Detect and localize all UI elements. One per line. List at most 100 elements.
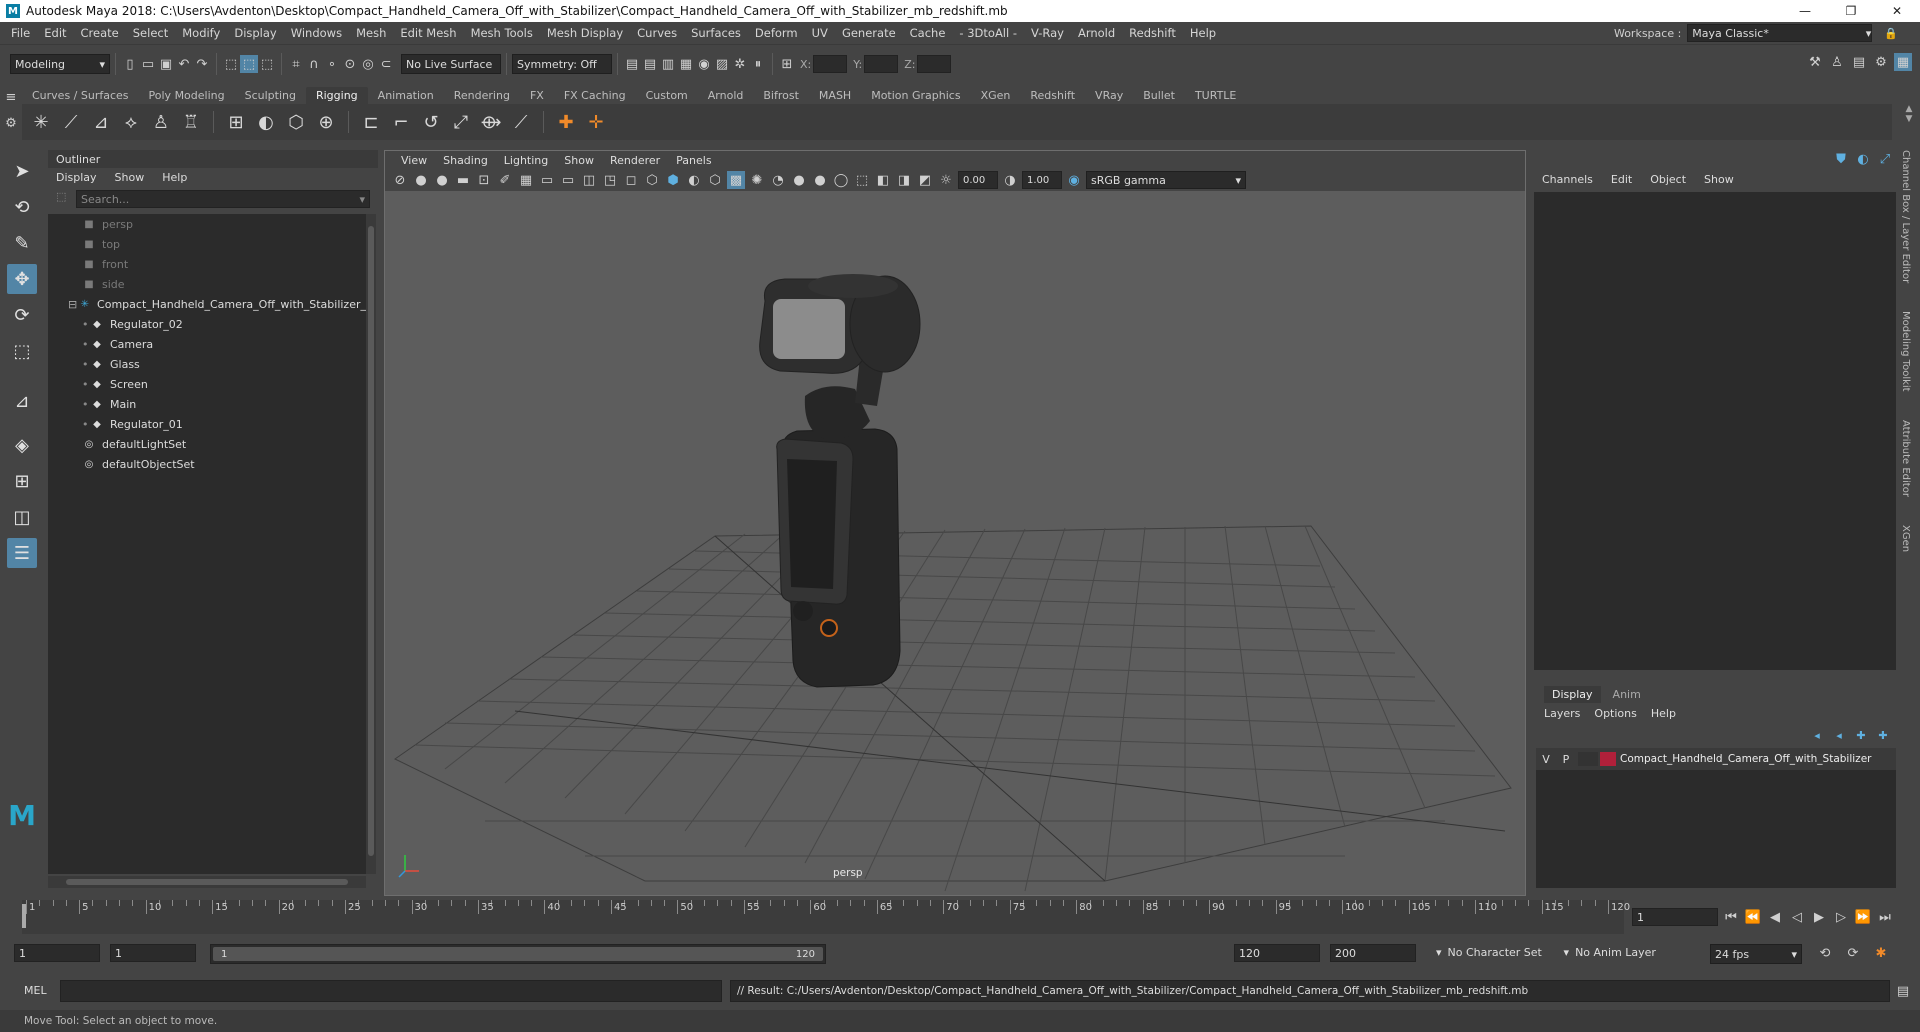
channels-object-menu[interactable]: Object	[1650, 173, 1686, 186]
new-layer-icon[interactable]: ✚	[1852, 726, 1870, 744]
current-frame-field[interactable]: 1	[1632, 908, 1718, 926]
channels-show-menu[interactable]: Show	[1704, 173, 1734, 186]
tab-attribute-editor[interactable]: Attribute Editor	[1900, 420, 1911, 497]
locator-orient-icon[interactable]: ✛	[583, 109, 609, 135]
tab-mash[interactable]: MASH	[809, 87, 861, 104]
ipr-render-icon[interactable]: ▥	[659, 55, 677, 73]
select-object-icon[interactable]: ⬚	[240, 55, 258, 73]
expand-dot-icon[interactable]: •	[82, 418, 90, 431]
outliner-menu-help[interactable]: Help	[162, 171, 187, 184]
rotate-tool-icon[interactable]: ⟳	[7, 300, 37, 330]
script-editor-icon[interactable]: ▤	[1894, 982, 1912, 1000]
ik-spline-icon[interactable]: ⊿	[88, 109, 114, 135]
tab-modeling-toolkit[interactable]: Modeling Toolkit	[1900, 311, 1911, 392]
select-tool-icon[interactable]: ➤	[7, 156, 37, 186]
paint-select-icon[interactable]: ✎	[7, 228, 37, 258]
tab-bullet[interactable]: Bullet	[1133, 87, 1185, 104]
safe-action-icon[interactable]: ◻	[622, 171, 640, 189]
bookmark-icon[interactable]: ●	[433, 171, 451, 189]
menu-set-dropdown[interactable]: Modeling ▾	[10, 54, 110, 74]
pause-icon[interactable]: ⏸	[749, 55, 767, 73]
list-item[interactable]: ■ top	[48, 234, 366, 254]
viewport-menu-renderer[interactable]: Renderer	[602, 154, 668, 167]
chevron-down-icon[interactable]: ▾	[1564, 946, 1570, 959]
ik-handle-icon[interactable]: ⟋	[58, 109, 84, 135]
hypershade-icon[interactable]: ◉	[695, 55, 713, 73]
list-item[interactable]: ◎ defaultObjectSet	[48, 454, 366, 474]
snap-view-icon[interactable]: ⊙	[341, 55, 359, 73]
motion-blur-icon[interactable]: ●	[811, 171, 829, 189]
list-item[interactable]: ■ front	[48, 254, 366, 274]
render-light-icon[interactable]: ✲	[731, 55, 749, 73]
play-forwards-icon[interactable]: ▶	[1810, 908, 1828, 926]
quick-rig-icon[interactable]: ♙	[148, 109, 174, 135]
viewport-menu-show[interactable]: Show	[556, 154, 602, 167]
animation-preferences-icon[interactable]: ✱	[1872, 944, 1890, 962]
list-item[interactable]: • ◆ Glass	[48, 354, 366, 374]
list-item-group[interactable]: ⊟ ✳ Compact_Handheld_Camera_Off_with_Stabi…	[48, 294, 366, 314]
tab-channel-box-layer-editor[interactable]: Channel Box / Layer Editor	[1900, 150, 1911, 283]
tab-curves-surfaces[interactable]: Curves / Surfaces	[22, 87, 139, 104]
menu-select[interactable]: Select	[126, 26, 175, 40]
human-ik-shelf-icon[interactable]: ♖	[178, 109, 204, 135]
move-layer-up-icon[interactable]: ◂	[1808, 726, 1826, 744]
undo-icon[interactable]: ↶	[175, 55, 193, 73]
list-item[interactable]: • ◆ Screen	[48, 374, 366, 394]
tab-turtle[interactable]: TURTLE	[1185, 87, 1246, 104]
menu-edit[interactable]: Edit	[37, 26, 73, 40]
menu-mesh[interactable]: Mesh	[349, 26, 393, 40]
menu-display[interactable]: Display	[227, 26, 283, 40]
outliner-layout-icon[interactable]: ☰	[7, 538, 37, 568]
tab-xgen[interactable]: XGen	[971, 87, 1021, 104]
outliner-menu-display[interactable]: Display	[56, 171, 97, 184]
expand-dot-icon[interactable]: •	[82, 358, 90, 371]
attribute-editor-icon[interactable]: ▤	[1850, 53, 1868, 71]
animation-end-field[interactable]: 200	[1330, 944, 1416, 962]
menu-edit-mesh[interactable]: Edit Mesh	[393, 26, 463, 40]
list-item[interactable]: ■ persp	[48, 214, 366, 234]
chevron-down-icon[interactable]: ▾	[1436, 946, 1442, 959]
layer-playback-toggle[interactable]: P	[1556, 753, 1576, 766]
snap-point-icon[interactable]: ∘	[323, 55, 341, 73]
workspace-dropdown[interactable]: Maya Classic* ▾	[1687, 24, 1873, 42]
parent-constraint-icon[interactable]: ⊏	[358, 109, 384, 135]
range-bar-track[interactable]: 1 120	[210, 944, 826, 964]
tab-anim-layers[interactable]: Anim	[1605, 686, 1649, 703]
wireframe-on-shaded-icon[interactable]: ⬡	[706, 171, 724, 189]
layer-name[interactable]: Compact_Handheld_Camera_Off_with_Stabili…	[1620, 753, 1871, 765]
redo-icon[interactable]: ↷	[193, 55, 211, 73]
pole-vector-icon[interactable]: ⟋	[508, 109, 534, 135]
cluster-icon[interactable]: ⊕	[313, 109, 339, 135]
anti-aliasing-icon[interactable]: ◯	[832, 171, 850, 189]
color-management-icon[interactable]: ◉	[1065, 171, 1083, 189]
human-ik-icon[interactable]: ♙	[1828, 53, 1846, 71]
list-item[interactable]: • ◆ Camera	[48, 334, 366, 354]
animation-start-field[interactable]: 1	[14, 944, 100, 962]
exposure-icon[interactable]: ☼	[937, 171, 955, 189]
render-view-icon[interactable]: ▨	[713, 55, 731, 73]
exposure-field[interactable]: 0.00	[958, 171, 998, 189]
render-settings-icon[interactable]: ▦	[677, 55, 695, 73]
menu-mesh-tools[interactable]: Mesh Tools	[464, 26, 540, 40]
tab-poly-modeling[interactable]: Poly Modeling	[139, 87, 235, 104]
2d-pan-zoom-icon[interactable]: ⊡	[475, 171, 493, 189]
single-perspective-layout-icon[interactable]: ◈	[7, 430, 37, 460]
list-item[interactable]: • ◆ Regulator_02	[48, 314, 366, 334]
select-camera-icon[interactable]: ⊘	[391, 171, 409, 189]
viewport-canvas[interactable]: persp	[385, 191, 1525, 895]
two-view-layout-icon[interactable]: ◫	[7, 502, 37, 532]
menu-modify[interactable]: Modify	[175, 26, 227, 40]
move-tool-icon[interactable]: ✥	[7, 264, 37, 294]
menu-help[interactable]: Help	[1183, 26, 1223, 40]
render-current-frame-icon[interactable]: ▤	[623, 55, 641, 73]
render-sequence-icon[interactable]: ▤	[641, 55, 659, 73]
tab-bifrost[interactable]: Bifrost	[753, 87, 809, 104]
step-back-key-icon[interactable]: ⏪	[1744, 908, 1762, 926]
wireframe-icon[interactable]: ⬡	[643, 171, 661, 189]
menu-deform[interactable]: Deform	[748, 26, 805, 40]
backface-culling-icon[interactable]: ◩	[916, 171, 934, 189]
mirror-joints-icon[interactable]: ⟡	[118, 109, 144, 135]
list-item[interactable]: • ◆ Regulator_01	[48, 414, 366, 434]
channel-box-edit-icon[interactable]: ⤢	[1876, 150, 1894, 168]
resolution-gate-icon[interactable]: ▭	[559, 171, 577, 189]
